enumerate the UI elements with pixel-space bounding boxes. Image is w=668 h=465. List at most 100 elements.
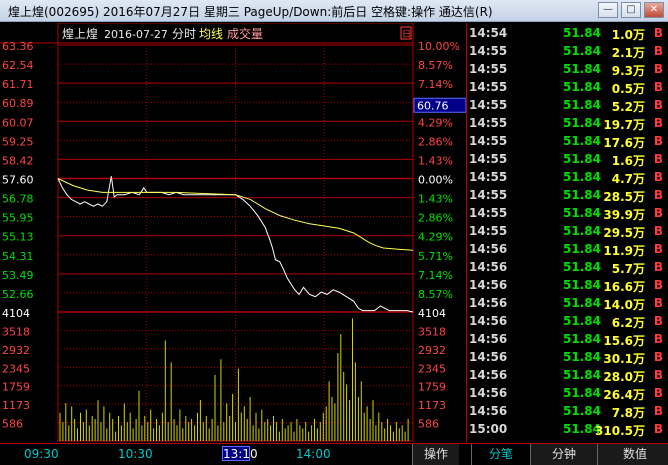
maximize-button[interactable]: □ — [621, 2, 641, 18]
tick-flag: B — [653, 26, 663, 40]
tick-price: 51.84 — [563, 278, 601, 292]
tick-row[interactable]: 14:55 51.84 19.7万 B — [467, 115, 668, 133]
pct-tick-label: 1.43% — [418, 193, 453, 206]
tick-row[interactable]: 14:55 51.84 4.7万 B — [467, 169, 668, 187]
volume-tick-label: 586 — [2, 418, 23, 431]
tab-values[interactable]: 数值 — [597, 444, 668, 465]
tick-flag: B — [653, 422, 663, 436]
tick-price: 51.84 — [563, 296, 601, 310]
time-label-1030: 10:30 — [118, 447, 153, 461]
tick-row[interactable]: 14:55 51.84 17.6万 B — [467, 133, 668, 151]
tick-row[interactable]: 14:56 51.84 6.2万 B — [467, 313, 668, 331]
volume-tick-label-right: 3518 — [418, 325, 446, 338]
avg-line-legend: 均线 — [199, 27, 223, 41]
tick-time: 14:55 — [469, 80, 508, 94]
tick-row[interactable]: 14:56 51.84 16.6万 B — [467, 277, 668, 295]
tick-flag: B — [653, 224, 663, 238]
time-label-0930: 09:30 — [24, 447, 59, 461]
tick-price: 51.84 — [563, 152, 601, 166]
tab-operate[interactable]: 操作 — [412, 444, 459, 465]
pct-tick-label: 4.29% — [418, 231, 453, 244]
tick-flag: B — [653, 278, 663, 292]
volume-tick-label: 3518 — [2, 325, 30, 338]
tick-flag: B — [653, 170, 663, 184]
tick-flag: B — [653, 188, 663, 202]
tick-time: 14:55 — [469, 44, 508, 58]
tick-row[interactable]: 14:55 51.84 9.3万 B — [467, 61, 668, 79]
tick-row[interactable]: 14:56 51.84 26.4万 B — [467, 385, 668, 403]
price-tick-label: 58.42 — [2, 154, 34, 167]
tick-row[interactable]: 14:55 51.84 0.5万 B — [467, 79, 668, 97]
price-tick-label: 60.07 — [2, 116, 34, 129]
tick-price: 51.84 — [563, 260, 601, 274]
tab-minutes[interactable]: 分钟 — [530, 444, 597, 465]
time-cursor-label: 13:10 — [222, 446, 258, 461]
tick-flag: B — [653, 152, 663, 166]
price-tick-label: 56.78 — [2, 193, 34, 206]
tick-time: 14:55 — [469, 170, 508, 184]
tick-row[interactable]: 14:55 51.84 39.9万 B — [467, 205, 668, 223]
tick-row[interactable]: 15:00 51.84 310.5万 B — [467, 421, 668, 439]
tick-row[interactable]: 14:56 51.84 11.9万 B — [467, 241, 668, 259]
tick-time: 14:54 — [469, 26, 508, 40]
volume-max-label-right: 4104 — [418, 307, 446, 320]
tick-row[interactable]: 14:55 51.84 1.6万 B — [467, 151, 668, 169]
chart-mode: 分时 — [172, 27, 196, 41]
tick-list[interactable]: 14:54 51.84 1.0万 B 14:55 51.84 2.1万 B 14:55 51.84… — [466, 23, 668, 443]
tick-price: 51.84 — [563, 44, 601, 58]
tick-price: 51.84 — [563, 116, 601, 130]
volume-tick-label-right: 1759 — [418, 381, 446, 394]
tick-row[interactable]: 14:55 51.84 2.1万 B — [467, 43, 668, 61]
pct-tick-label: 2.86% — [418, 212, 453, 225]
tick-price: 51.84 — [563, 224, 601, 238]
pct-tick-label: 7.14% — [418, 269, 453, 282]
tick-flag: B — [653, 206, 663, 220]
tick-price: 51.84 — [563, 206, 601, 220]
tick-volume: 9.3万 — [611, 64, 645, 78]
tick-time: 14:55 — [469, 134, 508, 148]
tick-volume: 19.7万 — [603, 118, 645, 132]
tick-volume: 29.5万 — [603, 226, 645, 240]
minimize-button[interactable]: — — [598, 2, 618, 18]
tick-row[interactable]: 14:55 51.84 28.5万 B — [467, 187, 668, 205]
tick-volume: 28.5万 — [603, 190, 645, 204]
tick-price: 51.84 — [563, 98, 601, 112]
tick-price: 51.84 — [563, 350, 601, 364]
tick-row[interactable]: 14:56 51.84 15.6万 B — [467, 331, 668, 349]
close-button[interactable]: ✕ — [644, 2, 664, 18]
tick-price: 51.84 — [563, 170, 601, 184]
tick-row[interactable]: 14:55 51.84 5.2万 B — [467, 97, 668, 115]
tick-time: 14:55 — [469, 98, 508, 112]
tick-volume: 1.6万 — [611, 154, 645, 168]
stock-name: 煌上煌 — [62, 27, 98, 41]
tick-row[interactable]: 14:54 51.84 1.0万 B — [467, 25, 668, 43]
tick-time: 14:55 — [469, 224, 508, 238]
tab-ticks[interactable]: 分笔 — [471, 444, 530, 465]
tick-price: 51.84 — [563, 368, 601, 382]
tick-price: 51.84 — [563, 242, 601, 256]
tick-row[interactable]: 14:56 51.84 30.1万 B — [467, 349, 668, 367]
tick-flag: B — [653, 296, 663, 310]
price-tick-label: 61.71 — [2, 78, 34, 91]
tick-volume: 14.0万 — [603, 298, 645, 312]
tick-price: 51.84 — [563, 386, 601, 400]
tick-row[interactable]: 14:56 51.84 7.8万 B — [467, 403, 668, 421]
tick-flag: B — [653, 332, 663, 346]
volume-tick-label-right: 1173 — [418, 399, 446, 412]
tick-time: 14:55 — [469, 206, 508, 220]
tick-time: 14:56 — [469, 242, 508, 256]
tick-volume: 16.6万 — [603, 280, 645, 294]
tick-flag: B — [653, 350, 663, 364]
tick-row[interactable]: 14:56 51.84 28.0万 B — [467, 367, 668, 385]
pct-tick-label: 0.00% — [418, 174, 453, 187]
tick-volume: 310.5万 — [595, 424, 645, 438]
tick-row[interactable]: 14:55 51.84 29.5万 B — [467, 223, 668, 241]
tick-row[interactable]: 14:56 51.84 5.7万 B — [467, 259, 668, 277]
intraday-chart[interactable]: 煌上煌 2016-07-27 分时 均线 成交量 日 63.36 10.00% 62.54 8.5… — [0, 23, 466, 443]
tick-time: 14:56 — [469, 332, 508, 346]
tick-flag: B — [653, 98, 663, 112]
title-bar: 煌上煌(002695) 2016年07月27日 星期三 PageUp/Down:… — [0, 0, 668, 22]
tick-flag: B — [653, 260, 663, 274]
time-label-1400: 14:00 — [296, 447, 331, 461]
tick-row[interactable]: 14:56 51.84 14.0万 B — [467, 295, 668, 313]
